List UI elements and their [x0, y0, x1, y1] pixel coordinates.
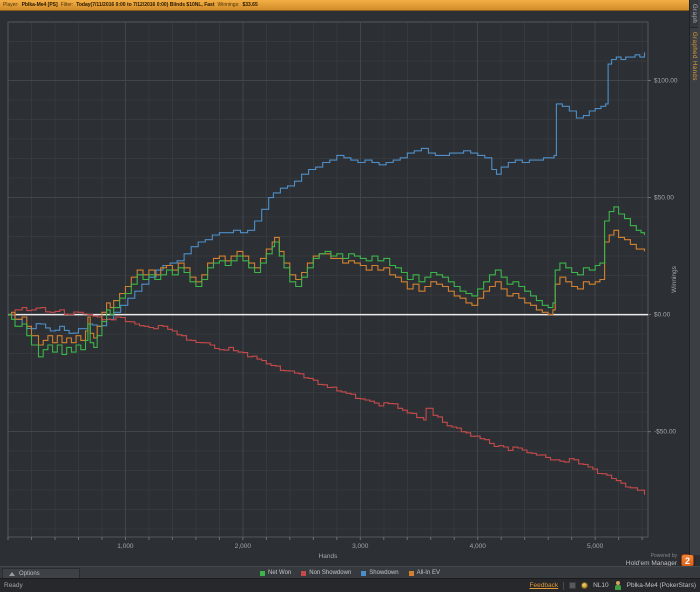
- legend-item-all-in-ev[interactable]: All-In EV: [408, 570, 440, 576]
- x-tick-label: 2,000: [235, 543, 252, 550]
- y-tick-label: $0.00: [654, 312, 671, 319]
- series-non-showdown: [8, 307, 646, 495]
- y-tick-label: -$50.00: [654, 429, 676, 436]
- legend-label: Non Showdown: [309, 570, 352, 576]
- y-tick-label: $100.00: [654, 78, 678, 85]
- player-icon: [614, 581, 622, 590]
- divider: [563, 581, 565, 590]
- legend-item-net-won[interactable]: Net Won: [260, 570, 291, 576]
- legend-swatch: [301, 570, 307, 576]
- bottom-panel: Options Net Won Non Showdown Showdown All-I…: [0, 566, 700, 579]
- graph-title-bar: Player: Pblka-Me4 [PS] Filter: Today(7/1…: [0, 0, 700, 11]
- x-tick-label: 1,000: [117, 543, 134, 550]
- series-lines: [8, 52, 646, 495]
- side-tab-strip: Graph Graphed Hands: [689, 0, 700, 555]
- legend-label: Net Won: [268, 570, 292, 576]
- x-tick-label: 4,000: [470, 543, 487, 550]
- filter-label: Filter:: [60, 2, 74, 8]
- x-axis-title: Hands: [319, 553, 339, 560]
- coin-stack-icon: [581, 582, 589, 589]
- player-value: Pblka-Me4 [PS]: [21, 2, 58, 8]
- series-all-in-ev: [8, 229, 646, 346]
- tab-graphed-hands[interactable]: Graphed Hands: [690, 28, 698, 85]
- legend-label: All-In EV: [416, 570, 440, 576]
- filter-value: Today(7/11/2016 0:00 to 7/12/2016 0:00) …: [76, 2, 215, 8]
- winnings-label: Winnings:: [217, 2, 240, 8]
- filter-icon[interactable]: [569, 582, 577, 589]
- feedback-link[interactable]: Feedback: [530, 582, 559, 589]
- legend-item-non-showdown[interactable]: Non Showdown: [301, 570, 351, 576]
- stakes-label[interactable]: NL10: [593, 582, 609, 589]
- legend-item-showdown[interactable]: Showdown: [361, 570, 399, 576]
- holdem-manager-graph-window: Player: Pblka-Me4 [PS] Filter: Today(7/1…: [0, 0, 700, 592]
- y-axis-title: Winnings: [671, 265, 678, 292]
- legend-swatch: [408, 570, 414, 576]
- winnings-value: $33.65: [242, 2, 258, 8]
- collapse-arrow-icon: [9, 572, 15, 576]
- y-tick-label: $50.00: [654, 195, 674, 202]
- status-bar: Ready Feedback NL10 Pblka-Me4 (PokerStar…: [0, 578, 700, 592]
- status-bar-right: Feedback NL10 Pblka-Me4 (PokerStars): [530, 581, 696, 590]
- winnings-graph: $100.00 $50.00 $0.00 -$50.00 1,000 2,000 3,000…: [0, 11, 700, 568]
- player-label: Player:: [3, 2, 19, 8]
- x-tick-label: 5,000: [587, 543, 604, 550]
- series-showdown: [8, 52, 646, 334]
- legend-label: Showdown: [369, 570, 399, 576]
- legend-swatch: [361, 570, 367, 576]
- legend-swatch: [260, 570, 266, 576]
- status-text: Ready: [4, 582, 23, 589]
- active-player-name[interactable]: Pblka-Me4 (PokerStars): [627, 582, 696, 589]
- graph-canvas: $100.00 $50.00 $0.00 -$50.00 1,000 2,000 3,000…: [7, 21, 678, 560]
- tab-graph[interactable]: Graph: [690, 0, 698, 29]
- x-tick-label: 3,000: [352, 543, 369, 550]
